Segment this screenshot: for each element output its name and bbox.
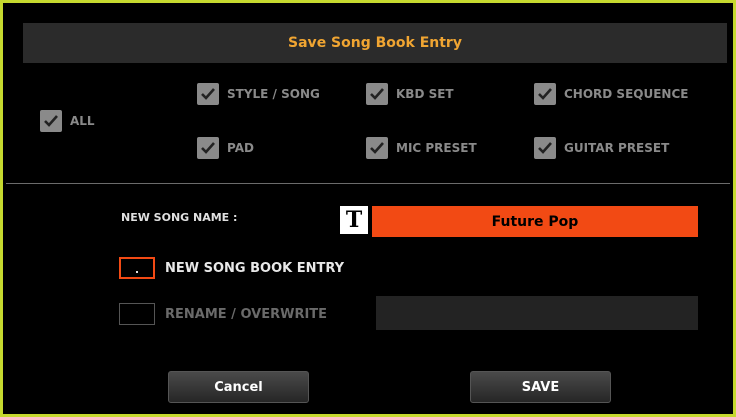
checkmark-icon [534, 137, 556, 159]
song-name-field[interactable]: Future Pop [372, 206, 698, 237]
checkbox-style-song-label: STYLE / SONG [227, 87, 320, 101]
dialog-title: Save Song Book Entry [288, 35, 462, 51]
checkbox-kbd-set-label: KBD SET [396, 87, 454, 101]
option-selector-box [119, 303, 155, 325]
checkmark-icon [197, 137, 219, 159]
save-song-book-dialog: Save Song Book Entry ALL STYLE / SONG KB… [0, 0, 736, 417]
option-selector-box [119, 257, 155, 279]
checkbox-chord-sequence-label: CHORD SEQUENCE [564, 87, 689, 101]
checkbox-mic-preset-label: MIC PRESET [396, 141, 477, 155]
checkmark-icon [40, 110, 62, 132]
dialog-title-bar: Save Song Book Entry [23, 23, 727, 63]
text-edit-icon[interactable]: T [340, 206, 368, 234]
checkbox-guitar-preset[interactable]: GUITAR PRESET [534, 137, 669, 159]
checkbox-all[interactable]: ALL [40, 110, 95, 132]
option-new-song-book-entry[interactable]: NEW SONG BOOK ENTRY [119, 257, 344, 279]
new-song-name-label: NEW SONG NAME : [121, 211, 238, 224]
checkbox-pad-label: PAD [227, 141, 254, 155]
checkbox-mic-preset[interactable]: MIC PRESET [366, 137, 477, 159]
checkbox-all-label: ALL [70, 114, 95, 128]
checkmark-icon [366, 83, 388, 105]
checkmark-icon [534, 83, 556, 105]
rename-field [376, 296, 698, 330]
option-new-entry-label: NEW SONG BOOK ENTRY [165, 260, 345, 276]
checkbox-style-song[interactable]: STYLE / SONG [197, 83, 320, 105]
checkmark-icon [366, 137, 388, 159]
checkbox-kbd-set[interactable]: KBD SET [366, 83, 454, 105]
cancel-button[interactable]: Cancel [168, 371, 309, 403]
save-button[interactable]: SAVE [470, 371, 611, 403]
checkbox-chord-sequence[interactable]: CHORD SEQUENCE [534, 83, 688, 105]
checkmark-icon [197, 83, 219, 105]
section-divider [6, 183, 730, 184]
option-rename-overwrite[interactable]: RENAME / OVERWRITE [119, 303, 327, 325]
option-rename-label: RENAME / OVERWRITE [165, 306, 328, 322]
checkbox-pad[interactable]: PAD [197, 137, 254, 159]
checkbox-guitar-preset-label: GUITAR PRESET [564, 141, 670, 155]
